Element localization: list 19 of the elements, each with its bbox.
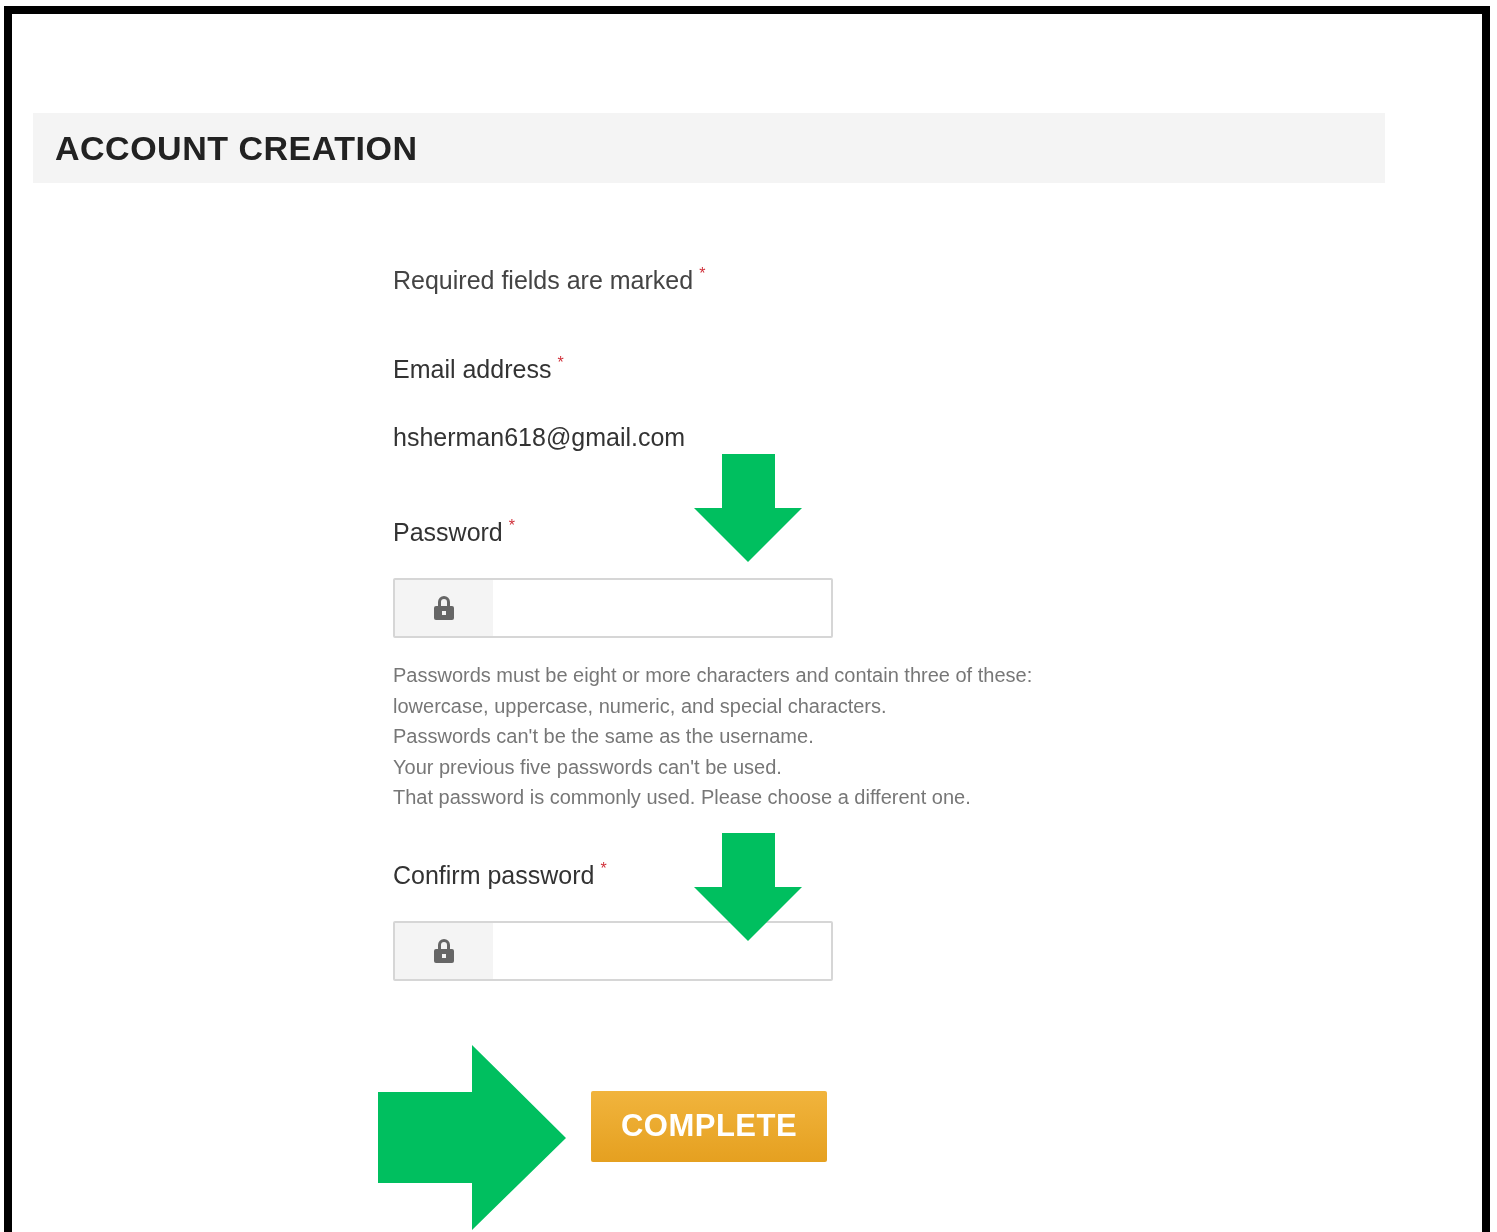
required-mark: * xyxy=(557,354,564,371)
field-label: Confirm password xyxy=(393,860,595,889)
lock-icon xyxy=(433,595,455,621)
required-mark: * xyxy=(600,859,607,877)
help-text: Passwords can't be the same as the username. xyxy=(393,724,815,749)
complete-button[interactable]: COMPLETE xyxy=(591,1090,827,1162)
field-label: Email address xyxy=(393,355,552,383)
field-label: Password xyxy=(393,518,503,546)
help-text: That password is commonly used. Please choose a different one. xyxy=(393,785,972,810)
password-field[interactable] xyxy=(393,920,833,981)
email-value: hsherman618@gmail.com xyxy=(393,422,686,452)
help-text: Your previous five passwords can't be used. xyxy=(393,754,783,780)
password-field[interactable] xyxy=(393,578,833,638)
section-title: ACCOUNT CREATION xyxy=(55,128,418,168)
help-text: Passwords must be eight or more characters and contain three of these: lowercase, uppercase, numeric, and special characters. xyxy=(393,663,1034,719)
required-note: Required fields are marked xyxy=(393,266,694,294)
lock-icon xyxy=(433,937,455,964)
required-mark: * xyxy=(508,517,515,534)
required-mark: * xyxy=(699,265,706,282)
